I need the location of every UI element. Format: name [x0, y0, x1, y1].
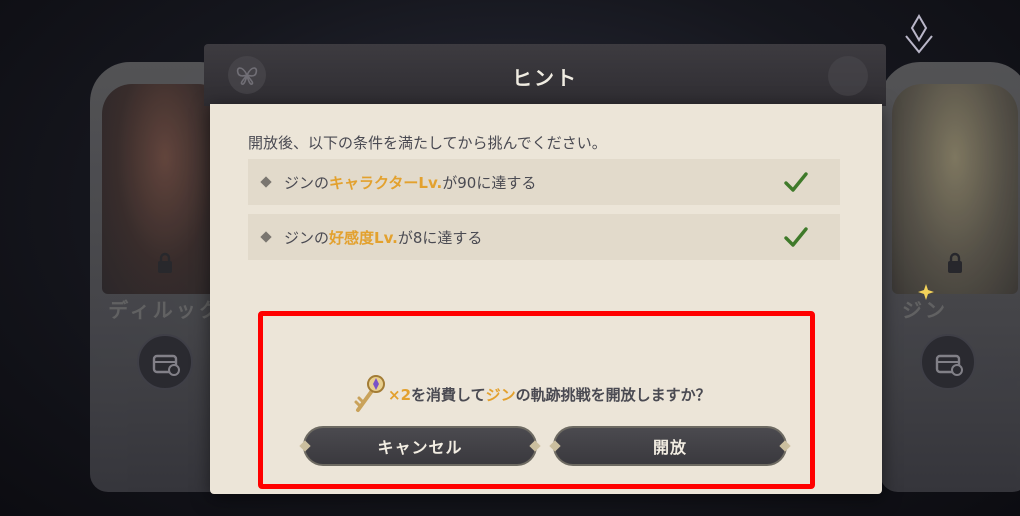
chest-icon[interactable] [137, 334, 193, 390]
condition-suffix: が8に達する [397, 228, 483, 247]
condition-suffix: が90に達する [442, 173, 537, 192]
emblem-icon [905, 14, 933, 54]
check-icon [784, 227, 808, 247]
character-name: ジン [902, 298, 948, 322]
condition-prefix: ジンの [284, 228, 330, 247]
condition-row: ジンの キャラクターLv. が90に達する [248, 159, 840, 205]
check-icon [784, 172, 808, 192]
chest-icon[interactable] [920, 334, 976, 390]
condition-highlight: キャラクターLv. [329, 173, 443, 192]
bullet-diamond-icon [260, 176, 272, 188]
condition-highlight: 好感度Lv. [329, 228, 398, 247]
lock-icon [158, 252, 172, 273]
bullet-diamond-icon [260, 231, 272, 243]
annotation-highlight-box [258, 311, 815, 489]
sparkle-icon [918, 284, 934, 300]
intro-text: 開放後、以下の条件を満たしてから挑んでください。 [248, 134, 607, 152]
character-card-jean[interactable]: ジン [880, 62, 1020, 492]
lock-icon [948, 252, 962, 273]
dialog-title: ヒント [512, 66, 578, 90]
condition-prefix: ジンの [284, 173, 330, 192]
info-icon [828, 56, 868, 96]
condition-row: ジンの 好感度Lv. が8に達する [248, 214, 840, 260]
dialog-header: ヒント [204, 44, 886, 106]
